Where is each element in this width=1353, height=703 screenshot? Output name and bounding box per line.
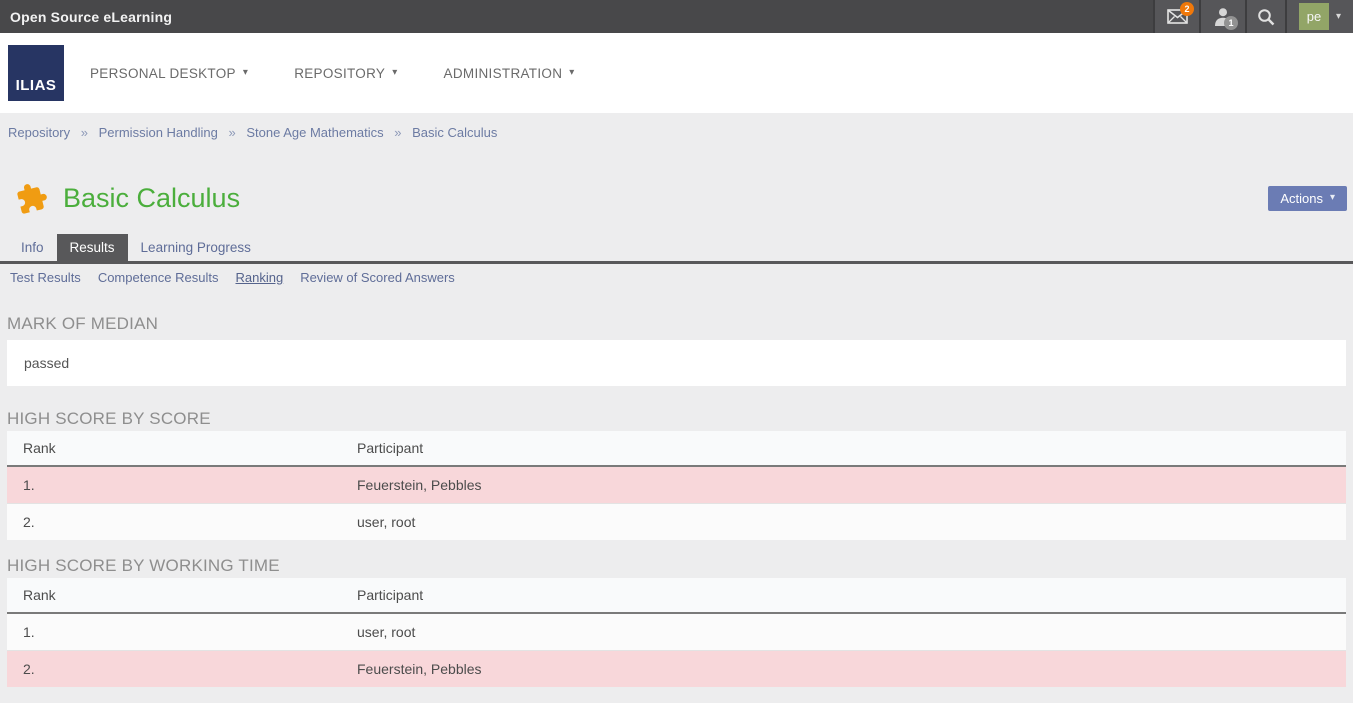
mark-of-median-heading: MARK OF MEDIAN (7, 314, 159, 333)
test-object-puzzle-icon (16, 182, 48, 214)
nav-personal-desktop-label: PERSONAL DESKTOP (90, 65, 236, 81)
tab-bar: Info Results Learning Progress (0, 234, 1353, 264)
page-title: Basic Calculus (63, 182, 241, 213)
high-score-by-score-heading: HIGH SCORE BY SCORE (7, 409, 211, 428)
nav-administration[interactable]: ADMINISTRATION ▾ (444, 66, 575, 81)
participant-cell: user, root (341, 612, 1346, 651)
subtab-competence-results[interactable]: Competence Results (98, 270, 219, 285)
rank-cell: 1. (7, 465, 341, 504)
subtab-test-results[interactable]: Test Results (10, 270, 81, 285)
who-is-online-button[interactable]: 1 (1199, 0, 1245, 33)
table-row: 2. Feuerstein, Pebbles (7, 650, 1346, 687)
actions-button-label: Actions (1280, 190, 1323, 206)
breadcrumb-permission-handling[interactable]: Permission Handling (99, 125, 218, 140)
nav-repository-label: REPOSITORY (294, 65, 386, 81)
tab-learning-progress[interactable]: Learning Progress (128, 234, 264, 261)
search-button[interactable] (1245, 0, 1285, 33)
rank-cell: 1. (7, 612, 341, 651)
participant-column-header: Participant (341, 431, 1346, 467)
subtab-review-of-scored-answers[interactable]: Review of Scored Answers (300, 270, 455, 285)
search-icon (1257, 8, 1275, 26)
nav-administration-label: ADMINISTRATION (443, 65, 563, 81)
main-header: ILIAS PERSONAL DESKTOP ▾ REPOSITORY ▾ AD… (0, 33, 1353, 113)
breadcrumb-basic-calculus[interactable]: Basic Calculus (412, 125, 497, 140)
breadcrumb-separator: » (80, 125, 88, 140)
breadcrumb-repository[interactable]: Repository (8, 125, 70, 140)
subtab-ranking[interactable]: Ranking (235, 270, 283, 285)
tab-info[interactable]: Info (8, 234, 57, 261)
participant-cell: user, root (341, 503, 1346, 540)
top-bar: Open Source eLearning 2 1 pe ▾ (0, 0, 1353, 33)
breadcrumb-separator: » (394, 125, 402, 140)
high-score-by-score-table: Rank Participant 1. Feuerstein, Pebbles … (7, 431, 1346, 540)
rank-cell: 2. (7, 503, 341, 540)
rank-column-header: Rank (7, 431, 341, 467)
rank-column-header: Rank (7, 578, 341, 614)
chevron-down-icon: ▾ (242, 67, 249, 78)
chevron-down-icon: ▾ (569, 67, 575, 78)
chevron-down-icon: ▾ (1335, 10, 1342, 22)
participant-cell: Feuerstein, Pebbles (341, 465, 1346, 504)
table-header-row: Rank Participant (7, 431, 1346, 467)
ilias-logo[interactable]: ILIAS (8, 45, 64, 101)
table-row: 1. Feuerstein, Pebbles (7, 465, 1346, 504)
actions-button[interactable]: Actions ▾ (1268, 185, 1347, 211)
nav-personal-desktop[interactable]: PERSONAL DESKTOP ▾ (90, 66, 248, 81)
mail-button[interactable]: 2 (1153, 0, 1199, 33)
user-menu-button[interactable]: pe ▾ (1285, 0, 1353, 33)
main-navigation: PERSONAL DESKTOP ▾ REPOSITORY ▾ ADMINIST… (90, 66, 621, 81)
participant-column-header: Participant (341, 578, 1346, 614)
rank-cell: 2. (7, 650, 341, 687)
subtab-bar: Test Results Competence Results Ranking … (0, 264, 1353, 295)
high-score-by-working-time-table: Rank Participant 1. user, root 2. Feuers… (7, 578, 1346, 687)
nav-repository[interactable]: REPOSITORY ▾ (294, 66, 397, 81)
table-row: 1. user, root (7, 612, 1346, 651)
mark-of-median-value: passed (7, 340, 1346, 386)
content-area: MARK OF MEDIAN passed HIGH SCORE BY SCOR… (0, 314, 1353, 687)
breadcrumb-stone-age-mathematics[interactable]: Stone Age Mathematics (246, 125, 383, 140)
chevron-down-icon: ▾ (1329, 192, 1335, 203)
breadcrumb: Repository » Permission Handling » Stone… (0, 113, 1353, 154)
table-header-row: Rank Participant (7, 578, 1346, 614)
client-title: Open Source eLearning (10, 8, 173, 25)
online-count-badge: 1 (1224, 16, 1238, 30)
high-score-by-working-time-heading: HIGH SCORE BY WORKING TIME (7, 556, 280, 575)
chevron-down-icon: ▾ (392, 67, 398, 78)
participant-cell: Feuerstein, Pebbles (341, 650, 1346, 687)
avatar: pe (1298, 3, 1329, 30)
page-title-row: Basic Calculus Actions ▾ (0, 182, 1353, 214)
tab-results[interactable]: Results (56, 234, 128, 261)
breadcrumb-separator: » (228, 125, 236, 140)
mail-count-badge: 2 (1180, 2, 1194, 16)
top-bar-actions: 2 1 pe ▾ (1153, 0, 1353, 33)
table-row: 2. user, root (7, 503, 1346, 540)
